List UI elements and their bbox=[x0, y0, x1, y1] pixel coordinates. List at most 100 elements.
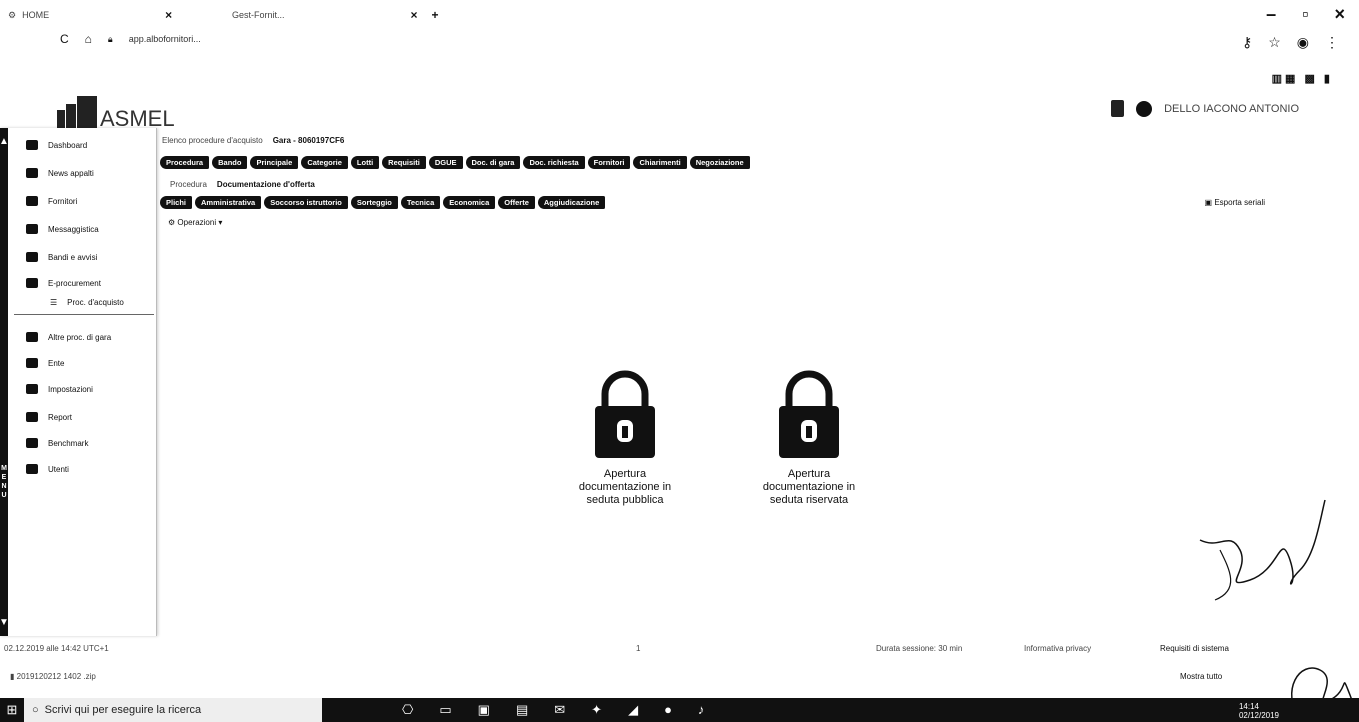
tab-plichi[interactable]: Plichi bbox=[160, 196, 193, 209]
sidebar-item-news[interactable]: News appalti bbox=[26, 168, 94, 178]
tab-doc-richiesta[interactable]: Doc. richiesta bbox=[523, 156, 585, 169]
sidebar-item-dashboard[interactable]: Dashboard bbox=[26, 140, 87, 150]
extension-icons[interactable]: ▥▦ ▩ ▮ bbox=[1272, 72, 1333, 85]
export-button[interactable]: ▣ Esporta seriali bbox=[1205, 198, 1265, 207]
open-private-session-button[interactable]: Apertura documentazione in seduta riserv… bbox=[744, 368, 874, 507]
task-view-icon[interactable]: ▭ bbox=[439, 702, 451, 718]
sidebar-item-eprocurement[interactable]: E-procurement bbox=[26, 278, 101, 288]
taskbar-clock[interactable]: 14:14 02/12/2019 bbox=[1239, 702, 1279, 720]
browser-tab-home[interactable]: ⚙ HOME × bbox=[8, 8, 172, 22]
edge-icon[interactable]: ◢ bbox=[628, 702, 638, 718]
user-avatar-icon[interactable] bbox=[1136, 100, 1153, 117]
mail-icon[interactable]: ✉ bbox=[554, 702, 565, 718]
list-icon: ☰ bbox=[50, 298, 58, 307]
breadcrumb-link[interactable]: Elenco procedure d'acquisto bbox=[162, 136, 263, 145]
tab-principale[interactable]: Principale bbox=[250, 156, 299, 169]
windows-start-icon[interactable]: ⊞ bbox=[0, 698, 24, 722]
lock-label: documentazione in bbox=[762, 481, 856, 493]
download-item[interactable]: ▮ 2019120212 1402 .zip bbox=[10, 672, 96, 681]
open-public-session-button[interactable]: Apertura documentazione in seduta pubbli… bbox=[560, 368, 690, 507]
tab-fornitori[interactable]: Fornitori bbox=[587, 156, 631, 169]
key-icon[interactable]: ⚷ bbox=[1242, 34, 1252, 51]
asmel-logo[interactable]: ASMEL bbox=[57, 96, 175, 130]
tab-aggiudicazione[interactable]: Aggiudicazione bbox=[537, 196, 606, 209]
app-icon[interactable]: ✦ bbox=[591, 702, 602, 718]
taskbar-search[interactable]: ○ Scrivi qui per eseguire la ricerca bbox=[24, 698, 322, 722]
user-name[interactable]: DELLO IACONO ANTONIO bbox=[1164, 103, 1299, 115]
mic-icon[interactable]: ⎔ bbox=[402, 702, 413, 718]
tab-dgue[interactable]: DGUE bbox=[428, 156, 463, 169]
new-tab-button[interactable]: + bbox=[432, 8, 439, 22]
sidebar-item-bandi[interactable]: Bandi e avvisi bbox=[26, 252, 97, 262]
tab-bando[interactable]: Bando bbox=[212, 156, 248, 169]
sidebar-item-label: Ente bbox=[48, 358, 65, 368]
tab-tecnica[interactable]: Tecnica bbox=[400, 196, 441, 209]
close-window-icon[interactable]: × bbox=[1334, 4, 1345, 25]
chrome-icon[interactable]: ● bbox=[664, 702, 672, 718]
sidebar-item-label: Messaggistica bbox=[48, 224, 99, 234]
sidebar-item-report[interactable]: Report bbox=[26, 412, 72, 422]
profile-icon[interactable]: ◉ bbox=[1297, 34, 1309, 51]
scroll-down-icon[interactable]: ▼ bbox=[0, 617, 9, 628]
requirements-link[interactable]: Requisiti di sistema bbox=[1160, 644, 1229, 653]
tab-soccorso-istruttorio[interactable]: Soccorso istruttorio bbox=[264, 196, 348, 209]
minimize-icon[interactable]: – bbox=[1266, 4, 1276, 25]
home-icon bbox=[26, 140, 38, 150]
star-icon[interactable]: ☆ bbox=[1268, 34, 1281, 51]
tab-amministrativa[interactable]: Amministrativa bbox=[195, 196, 262, 209]
tab-offerte[interactable]: Offerte bbox=[498, 196, 535, 209]
explorer-icon[interactable]: ▤ bbox=[516, 702, 528, 718]
sidebar-item-utenti[interactable]: Utenti bbox=[26, 464, 69, 474]
document-icon[interactable] bbox=[1111, 100, 1125, 117]
address-bar[interactable]: app.albofornitori... bbox=[129, 34, 201, 44]
tab-chiarimenti[interactable]: Chiarimenti bbox=[633, 156, 687, 169]
download-file-icon: ▮ bbox=[10, 672, 17, 681]
sidebar-item-ente[interactable]: Ente bbox=[26, 358, 64, 368]
operations-menu[interactable]: ⚙ Operazioni ▾ bbox=[168, 218, 222, 227]
breadcrumb-link[interactable]: Procedura bbox=[170, 180, 207, 189]
tabs-row-procedure: Procedura Bando Principale Categorie Lotti Re… bbox=[160, 156, 750, 169]
sidebar-item-altre-proc[interactable]: Altre proc. di gara bbox=[26, 332, 111, 342]
news-icon bbox=[26, 168, 38, 178]
sidebar-item-label: News appalti bbox=[48, 168, 94, 178]
tab-negoziazione[interactable]: Negoziazione bbox=[689, 156, 750, 169]
procurement-icon bbox=[26, 278, 38, 288]
lock-label: Apertura bbox=[603, 468, 647, 480]
tab-lotti[interactable]: Lotti bbox=[350, 156, 380, 169]
store-icon[interactable]: ▣ bbox=[478, 702, 490, 718]
app2-icon[interactable]: ♪ bbox=[698, 702, 705, 718]
lock-label: seduta riservata bbox=[769, 494, 849, 506]
user-icon bbox=[26, 464, 38, 474]
tab-title: Gest-Fornit... bbox=[232, 10, 285, 20]
sidebar-item-messaggistica[interactable]: Messaggistica bbox=[26, 224, 99, 234]
sidebar-item-fornitori[interactable]: Fornitori bbox=[26, 196, 77, 206]
search-placeholder: Scrivi qui per eseguire la ricerca bbox=[44, 704, 202, 716]
menu-dots-icon[interactable]: ⋮ bbox=[1325, 34, 1339, 51]
windows-taskbar: ⊞ ○ Scrivi qui per eseguire la ricerca ⎔… bbox=[0, 698, 1359, 722]
at-icon bbox=[26, 224, 38, 234]
search-circle-icon: ○ bbox=[32, 704, 39, 716]
users-icon bbox=[26, 358, 38, 368]
privacy-link[interactable]: Informativa privacy bbox=[1024, 644, 1091, 653]
tab-doc-di-gara[interactable]: Doc. di gara bbox=[465, 156, 521, 169]
lock-label: seduta pubblica bbox=[586, 494, 664, 506]
sidebar-item-proc-acquisto[interactable]: ☰ Proc. d'acquisto bbox=[50, 298, 124, 307]
show-all-downloads-button[interactable]: Mostra tutto bbox=[1180, 672, 1222, 681]
tab-categorie[interactable]: Categorie bbox=[301, 156, 348, 169]
tab-requisiti[interactable]: Requisiti bbox=[382, 156, 426, 169]
browser-tab-gest[interactable]: Gest-Fornit... × + bbox=[232, 8, 439, 22]
sidebar-item-label: Fornitori bbox=[48, 196, 78, 206]
menu-rail[interactable]: ▲ MENU ▼ bbox=[0, 128, 9, 636]
sidebar-item-benchmark[interactable]: Benchmark bbox=[26, 438, 88, 448]
tab-economica[interactable]: Economica bbox=[443, 196, 496, 209]
scroll-up-icon[interactable]: ▲ bbox=[0, 136, 9, 147]
maximize-icon[interactable]: ▫ bbox=[1302, 4, 1308, 25]
close-tab-icon[interactable]: × bbox=[411, 8, 418, 22]
close-tab-icon[interactable]: × bbox=[165, 8, 172, 22]
tab-sorteggio[interactable]: Sorteggio bbox=[350, 196, 398, 209]
reload-icon[interactable]: C bbox=[60, 32, 69, 46]
home-icon[interactable]: ⌂ bbox=[85, 32, 92, 46]
sidebar-item-impostazioni[interactable]: Impostazioni bbox=[26, 384, 93, 394]
padlock-icon bbox=[779, 370, 839, 458]
tab-procedura[interactable]: Procedura bbox=[160, 156, 210, 169]
